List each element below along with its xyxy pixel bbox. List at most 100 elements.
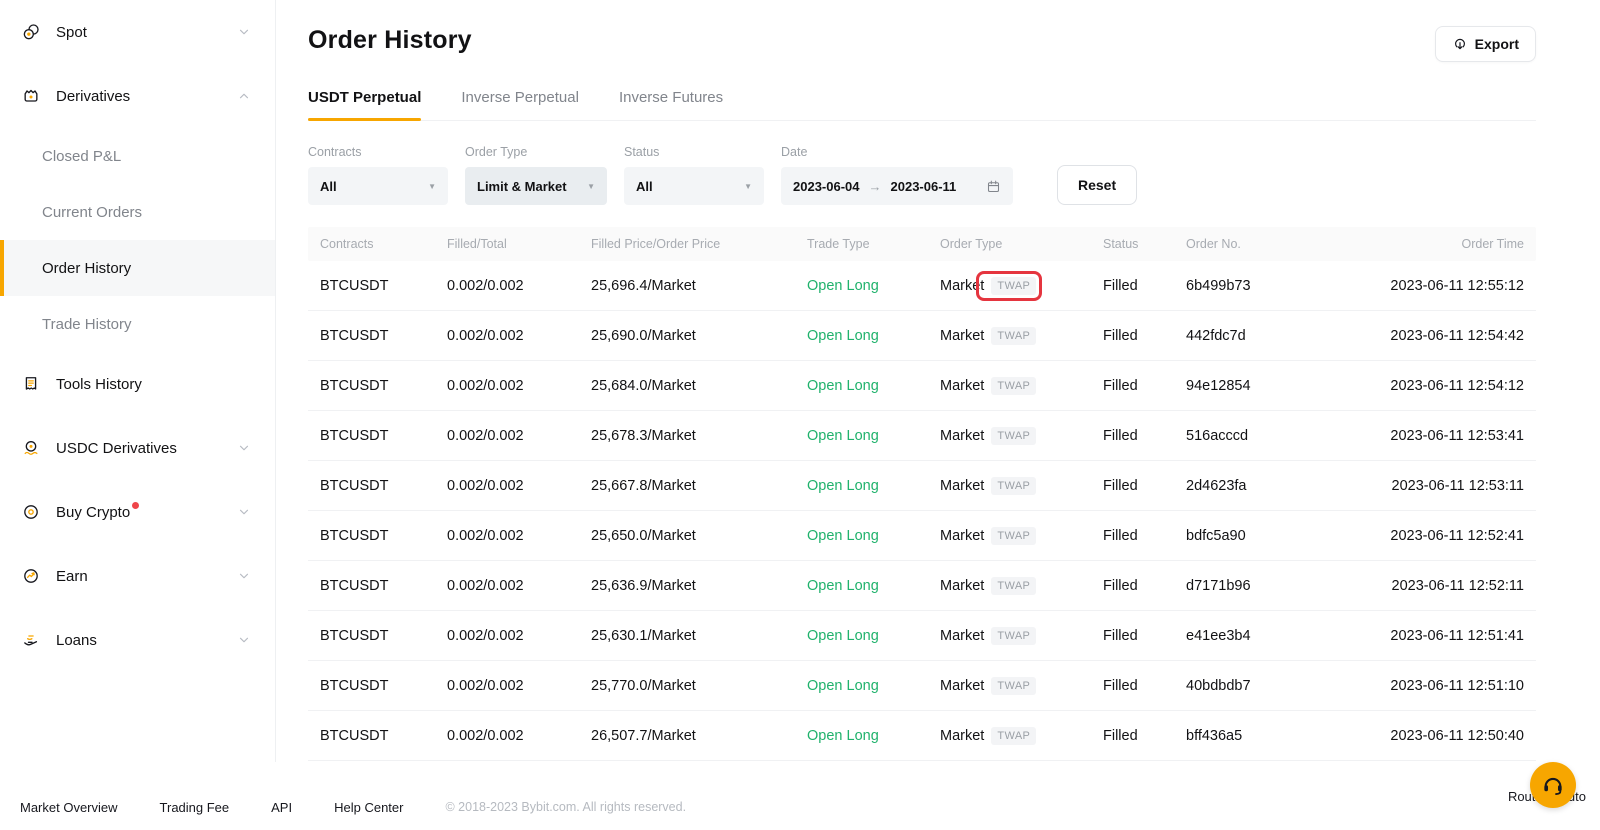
- sidebar-item-earn[interactable]: Earn: [0, 544, 275, 608]
- sidebar-item-label: Tools History: [56, 376, 142, 393]
- cell-status: Filled: [1103, 578, 1186, 594]
- sidebar-item-loans[interactable]: Loans: [0, 608, 275, 672]
- cell-status: Filled: [1103, 478, 1186, 494]
- table-row[interactable]: BTCUSDT 0.002/0.002 25,636.9/Market Open…: [308, 561, 1536, 611]
- cell-contract: BTCUSDT: [320, 578, 447, 594]
- cell-order-type: Market TWAP: [940, 727, 1103, 745]
- tab-inverse-futures[interactable]: Inverse Futures: [619, 89, 723, 120]
- cell-filled-price: 25,690.0/Market: [591, 328, 807, 344]
- cell-filled-total: 0.002/0.002: [447, 678, 591, 694]
- cell-trade-type: Open Long: [807, 328, 940, 344]
- contracts-filter: Contracts All ▼: [308, 145, 448, 205]
- table-row[interactable]: BTCUSDT 0.002/0.002 25,678.3/Market Open…: [308, 411, 1536, 461]
- footer-link-api[interactable]: API: [271, 800, 292, 815]
- cell-contract: BTCUSDT: [320, 378, 447, 394]
- cell-status: Filled: [1103, 728, 1186, 744]
- cell-trade-type: Open Long: [807, 278, 940, 294]
- table-row[interactable]: BTCUSDT 0.002/0.002 25,690.0/Market Open…: [308, 311, 1536, 361]
- date-filter: Date 2023-06-04 → 2023-06-11: [781, 145, 1013, 205]
- buy-crypto-icon: [20, 501, 42, 523]
- sidebar-item-tools-history[interactable]: Tools History: [0, 352, 275, 416]
- col-trade-type: Trade Type: [807, 237, 940, 251]
- cell-order-no: 6b499b73: [1186, 278, 1336, 294]
- col-order-time: Order Time: [1336, 237, 1524, 251]
- export-button[interactable]: Export: [1435, 26, 1536, 62]
- cell-order-time: 2023-06-11 12:54:42: [1336, 328, 1524, 344]
- cell-order-time: 2023-06-11 12:52:11: [1336, 578, 1524, 594]
- cell-contract: BTCUSDT: [320, 728, 447, 744]
- footer-link-trading-fee[interactable]: Trading Fee: [160, 800, 230, 815]
- order-type-text: Market: [940, 578, 984, 594]
- cell-order-no: 40bdbdb7: [1186, 678, 1336, 694]
- sidebar-item-current-orders[interactable]: Current Orders: [0, 184, 275, 240]
- twap-badge: TWAP: [991, 377, 1036, 395]
- sidebar-item-buy-crypto[interactable]: Buy Crypto: [0, 480, 275, 544]
- cell-order-no: 2d4623fa: [1186, 478, 1336, 494]
- chevron-down-icon: [237, 505, 251, 519]
- table-row[interactable]: BTCUSDT 0.002/0.002 25,684.0/Market Open…: [308, 361, 1536, 411]
- reset-button[interactable]: Reset: [1057, 165, 1137, 205]
- order-history-page: Spot Derivatives Closed P&L Current Orde…: [0, 0, 1600, 830]
- derivatives-icon: [20, 85, 42, 107]
- cell-filled-total: 0.002/0.002: [447, 578, 591, 594]
- col-filled-price: Filled Price/Order Price: [591, 237, 807, 251]
- cell-order-no: 94e12854: [1186, 378, 1336, 394]
- cell-filled-price: 25,696.4/Market: [591, 278, 807, 294]
- footer-link-help-center[interactable]: Help Center: [334, 800, 403, 815]
- cell-status: Filled: [1103, 528, 1186, 544]
- twap-badge: TWAP: [991, 527, 1036, 545]
- cell-status: Filled: [1103, 678, 1186, 694]
- cell-status: Filled: [1103, 378, 1186, 394]
- contracts-select[interactable]: All ▼: [308, 167, 448, 205]
- table-row[interactable]: BTCUSDT 0.002/0.002 26,507.7/Market Open…: [308, 711, 1536, 761]
- contracts-filter-label: Contracts: [308, 145, 448, 159]
- sidebar-item-spot[interactable]: Spot: [0, 0, 275, 64]
- table-row[interactable]: BTCUSDT 0.002/0.002 25,696.4/Market Open…: [308, 261, 1536, 311]
- cell-filled-total: 0.002/0.002: [447, 628, 591, 644]
- order-type-text: Market: [940, 378, 984, 394]
- main-content: Order History Export USDT Perpetual Inve…: [276, 0, 1600, 830]
- cell-order-type: Market TWAP: [940, 577, 1103, 595]
- table-row[interactable]: BTCUSDT 0.002/0.002 25,667.8/Market Open…: [308, 461, 1536, 511]
- table-header: Contracts Filled/Total Filled Price/Orde…: [308, 227, 1536, 261]
- order-type-text: Market: [940, 278, 984, 294]
- sidebar-item-derivatives[interactable]: Derivatives: [0, 64, 275, 128]
- sidebar-item-usdc-derivatives[interactable]: USDC Derivatives: [0, 416, 275, 480]
- earn-icon: [20, 565, 42, 587]
- tab-inverse-perpetual[interactable]: Inverse Perpetual: [461, 89, 579, 120]
- footer: Market Overview Trading Fee API Help Cen…: [0, 784, 1600, 830]
- table-row[interactable]: BTCUSDT 0.002/0.002 25,630.1/Market Open…: [308, 611, 1536, 661]
- twap-badge: TWAP: [991, 277, 1036, 295]
- cell-order-type: Market TWAP: [940, 277, 1103, 295]
- order-type-text: Market: [940, 628, 984, 644]
- cell-order-type: Market TWAP: [940, 327, 1103, 345]
- usdc-derivatives-icon: [20, 437, 42, 459]
- tab-usdt-perpetual[interactable]: USDT Perpetual: [308, 89, 421, 120]
- table-row[interactable]: BTCUSDT 0.002/0.002 25,650.0/Market Open…: [308, 511, 1536, 561]
- cell-order-type: Market TWAP: [940, 527, 1103, 545]
- cell-filled-price: 25,667.8/Market: [591, 478, 807, 494]
- sidebar-item-closed-pl[interactable]: Closed P&L: [0, 128, 275, 184]
- cell-filled-total: 0.002/0.002: [447, 428, 591, 444]
- order-type-select[interactable]: Limit & Market ▼: [465, 167, 607, 205]
- status-select[interactable]: All ▼: [624, 167, 764, 205]
- twap-tag-wrap: TWAP: [991, 477, 1036, 495]
- cell-order-no: bff436a5: [1186, 728, 1336, 744]
- cell-order-no: 442fdc7d: [1186, 328, 1336, 344]
- cell-order-time: 2023-06-11 12:50:40: [1336, 728, 1524, 744]
- support-chat-button[interactable]: [1530, 762, 1576, 808]
- sidebar-item-trade-history[interactable]: Trade History: [0, 296, 275, 352]
- twap-tag-wrap: TWAP: [991, 677, 1036, 695]
- cell-order-no: e41ee3b4: [1186, 628, 1336, 644]
- cell-trade-type: Open Long: [807, 428, 940, 444]
- cell-contract: BTCUSDT: [320, 628, 447, 644]
- date-range-picker[interactable]: 2023-06-04 → 2023-06-11: [781, 167, 1013, 205]
- sidebar-item-order-history[interactable]: Order History: [0, 240, 275, 296]
- caret-down-icon: ▼: [414, 182, 436, 191]
- twap-tag-wrap: TWAP: [991, 327, 1036, 345]
- footer-link-market-overview[interactable]: Market Overview: [20, 800, 118, 815]
- chevron-down-icon: [237, 25, 251, 39]
- cell-contract: BTCUSDT: [320, 478, 447, 494]
- table-row[interactable]: BTCUSDT 0.002/0.002 25,770.0/Market Open…: [308, 661, 1536, 711]
- sidebar: Spot Derivatives Closed P&L Current Orde…: [0, 0, 276, 762]
